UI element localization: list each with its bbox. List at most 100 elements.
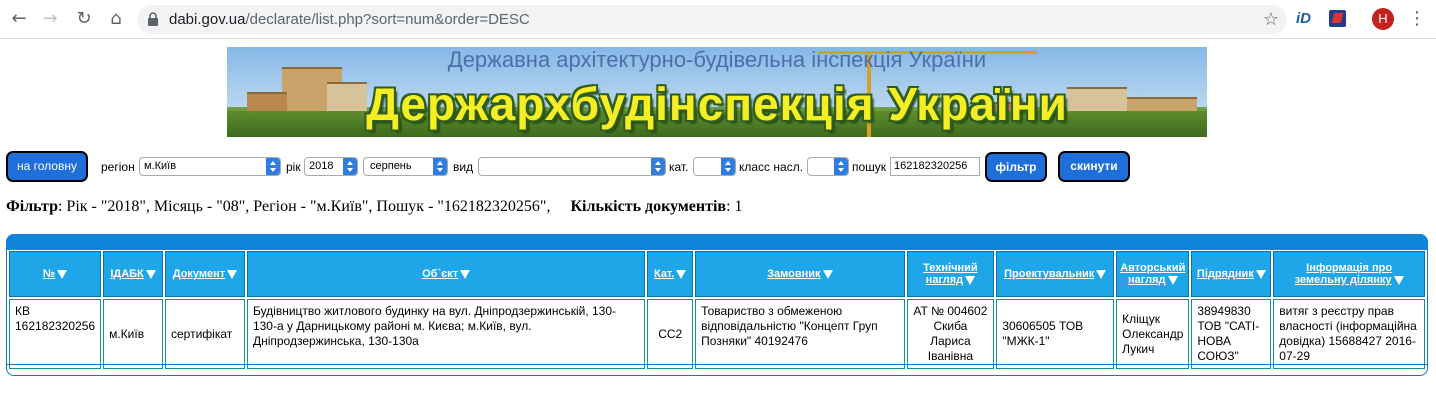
sort-arrow-icon[interactable] xyxy=(1393,275,1404,285)
column-header-link[interactable]: Авторський xyxy=(1120,262,1185,274)
column-header-link[interactable]: Об`єкт xyxy=(422,268,458,280)
column-header-author-supervision[interactable]: Авторський нагляд xyxy=(1116,251,1190,297)
type-label: вид xyxy=(453,160,474,174)
year-label: рік xyxy=(286,160,301,174)
select-arrow-icon xyxy=(343,158,357,175)
filter-summary-label: Фільтр xyxy=(6,198,58,215)
column-header-link[interactable]: Підрядник xyxy=(1197,268,1254,280)
search-input[interactable]: 162182320256 xyxy=(890,157,980,176)
month-select-value: серпень xyxy=(370,160,412,172)
document-count-value: : 1 xyxy=(726,198,743,215)
year-select-value: 2018 xyxy=(309,160,334,172)
filter-button[interactable]: фільтр xyxy=(985,152,1047,182)
profile-avatar[interactable]: H xyxy=(1372,8,1394,30)
cell-num: КВ 162182320256 xyxy=(9,299,102,369)
home-button[interactable]: на головну xyxy=(6,151,88,182)
table-row[interactable]: КВ 162182320256 м.Київ сертифікат Будівн… xyxy=(9,299,1425,369)
region-select[interactable]: м.Київ xyxy=(139,157,281,176)
results-table-frame: № ІДАБК Документ Об`єкт Кат. Замовник Те… xyxy=(6,234,1428,376)
lock-icon xyxy=(148,12,158,26)
select-arrow-icon xyxy=(433,158,447,175)
url-path: /declarate/list.php?sort=num&order=DESC xyxy=(245,11,530,28)
select-arrow-icon xyxy=(721,158,735,175)
sort-arrow-icon[interactable] xyxy=(822,269,833,279)
cell-customer: Товариство з обмеженою відповідальністю … xyxy=(695,299,905,369)
column-header-link[interactable]: Документ xyxy=(173,268,225,280)
url-text: dabi.gov.ua/declarate/list.php?sort=num&… xyxy=(169,11,530,28)
column-header-link[interactable]: Технічний xyxy=(923,262,978,274)
column-header-link[interactable]: нагляд xyxy=(1128,274,1165,286)
year-select[interactable]: 2018 xyxy=(304,157,358,176)
column-header-designer[interactable]: Проектувальник xyxy=(996,251,1115,297)
column-header-object[interactable]: Об`єкт xyxy=(246,251,646,297)
sort-arrow-icon[interactable] xyxy=(1096,269,1107,279)
url-host: dabi.gov.ua xyxy=(169,11,246,28)
month-select[interactable]: серпень xyxy=(363,157,448,176)
region-label: регіон xyxy=(101,160,135,174)
region-select-value: м.Київ xyxy=(144,160,177,172)
column-header-link[interactable]: № xyxy=(43,268,55,280)
sort-arrow-icon[interactable] xyxy=(965,275,976,285)
column-header-link[interactable]: Кат. xyxy=(654,268,674,280)
document-count-label: Кількість документів xyxy=(570,198,727,215)
column-header-tech-supervision[interactable]: Технічний нагляд xyxy=(906,251,995,297)
cell-contractor: 38949830 ТОВ "САТІ-НОВА СОЮЗ" xyxy=(1191,299,1272,369)
address-bar[interactable]: dabi.gov.ua/declarate/list.php?sort=num&… xyxy=(137,5,1287,34)
column-header-link[interactable]: Проектувальник xyxy=(1004,268,1094,280)
sort-arrow-icon[interactable] xyxy=(227,269,238,279)
search-label: пошук xyxy=(852,160,887,174)
menu-kebab-icon[interactable]: ⋮ xyxy=(1408,8,1426,30)
column-header-land-info[interactable]: Інформація про земельну ділянку xyxy=(1273,251,1425,297)
cell-category: СС2 xyxy=(647,299,694,369)
filter-summary: Фільтр: Рік - "2018", Місяць - "08", Рег… xyxy=(6,198,743,216)
bookmark-star-icon[interactable]: ☆ xyxy=(1263,9,1279,30)
column-header-idabk[interactable]: ІДАБК xyxy=(103,251,163,297)
select-arrow-icon xyxy=(651,158,665,175)
column-header-category[interactable]: Кат. xyxy=(647,251,694,297)
column-header-link[interactable]: Інформація про xyxy=(1306,262,1392,274)
type-select[interactable] xyxy=(478,157,666,176)
back-arrow-icon[interactable]: ← xyxy=(8,8,30,30)
column-header-document[interactable]: Документ xyxy=(165,251,245,297)
table-bottom-line xyxy=(7,364,1427,365)
extension-id-icon[interactable]: iD xyxy=(1296,10,1311,27)
sort-arrow-icon[interactable] xyxy=(676,269,687,279)
site-banner: Державна архітектурно-будівельна інспекц… xyxy=(227,47,1207,137)
cell-land-info: витяг з реєстру прав власності (інформац… xyxy=(1273,299,1425,369)
reload-icon[interactable]: ↻ xyxy=(73,8,95,30)
browser-toolbar: ← → ↻ ⌂ dabi.gov.ua/declarate/list.php?s… xyxy=(0,0,1436,39)
banner-title: Держархбудінспекція України xyxy=(366,78,1068,130)
sort-arrow-icon[interactable] xyxy=(145,269,156,279)
class-label: класс насл. xyxy=(739,160,804,174)
category-label: кат. xyxy=(669,160,689,174)
column-header-contractor[interactable]: Підрядник xyxy=(1191,251,1272,297)
sort-arrow-icon[interactable] xyxy=(57,269,68,279)
table-header-row: № ІДАБК Документ Об`єкт Кат. Замовник Те… xyxy=(9,251,1425,297)
column-header-customer[interactable]: Замовник xyxy=(695,251,905,297)
banner-subtitle: Державна архітектурно-будівельна інспекц… xyxy=(447,47,987,72)
column-header-link[interactable]: Замовник xyxy=(767,268,820,280)
home-icon[interactable]: ⌂ xyxy=(105,8,127,30)
cell-object: Будівництво житлового будинку на вул. Дн… xyxy=(246,299,646,369)
filter-summary-text: : Рік - "2018", Місяць - "08", Регіон - … xyxy=(57,198,551,215)
cell-author-supervision: Кліщук Олександр Лукич xyxy=(1116,299,1190,369)
cell-idabk: м.Київ xyxy=(103,299,163,369)
cell-designer: 30606505 ТОВ "МЖК-1" xyxy=(996,299,1115,369)
column-header-num[interactable]: № xyxy=(9,251,102,297)
column-header-link[interactable]: нагляд xyxy=(926,274,963,286)
category-select[interactable] xyxy=(693,157,736,176)
sort-arrow-icon[interactable] xyxy=(460,269,471,279)
column-header-link[interactable]: земельну ділянку xyxy=(1295,274,1392,286)
forward-arrow-icon[interactable]: → xyxy=(39,8,61,30)
reset-button[interactable]: скинути xyxy=(1058,151,1130,182)
sort-arrow-icon[interactable] xyxy=(1255,269,1266,279)
results-table: № ІДАБК Документ Об`єкт Кат. Замовник Те… xyxy=(7,249,1427,371)
extension-icon[interactable] xyxy=(1329,10,1346,27)
cell-tech-supervision: АТ № 004602 Скиба Лариса Іванівна xyxy=(906,299,995,369)
select-arrow-icon xyxy=(266,158,280,175)
column-header-link[interactable]: ІДАБК xyxy=(110,268,143,280)
cell-document: сертифікат xyxy=(165,299,245,369)
select-arrow-icon xyxy=(834,158,848,175)
sort-arrow-icon[interactable] xyxy=(1167,275,1178,285)
class-select[interactable] xyxy=(807,157,849,176)
